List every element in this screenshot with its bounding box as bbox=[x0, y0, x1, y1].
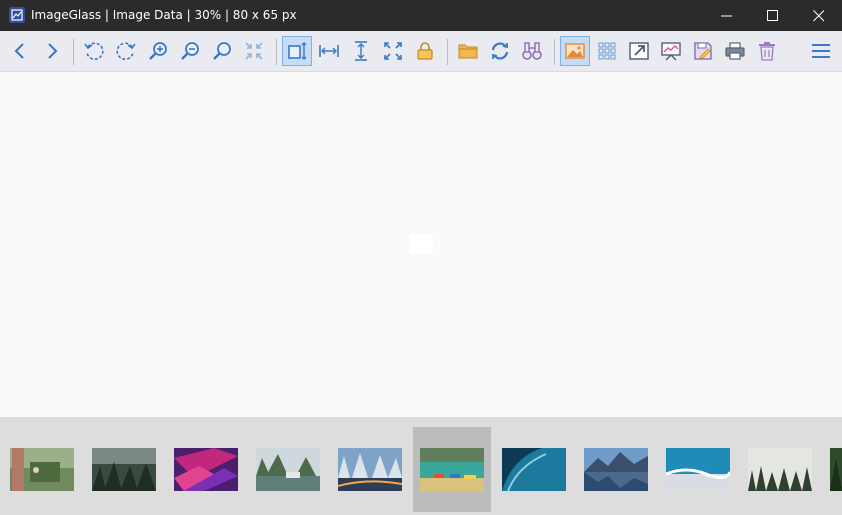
grid-icon bbox=[598, 42, 616, 60]
auto-zoom-button[interactable] bbox=[282, 36, 312, 66]
image-viewer[interactable] bbox=[0, 72, 842, 417]
actual-size-button[interactable] bbox=[207, 36, 237, 66]
slideshow-icon bbox=[661, 42, 681, 61]
toolbar-separator bbox=[447, 39, 448, 65]
rotate-left-icon bbox=[84, 42, 104, 60]
thumbnail-item-selected[interactable] bbox=[420, 448, 484, 491]
thumbnail-item[interactable] bbox=[92, 448, 156, 491]
fit-width-icon bbox=[319, 45, 339, 57]
save-icon bbox=[694, 42, 712, 60]
chevron-right-icon bbox=[48, 43, 58, 59]
forward-button[interactable] bbox=[37, 36, 67, 66]
thumbnail-item[interactable] bbox=[10, 448, 74, 491]
back-button[interactable] bbox=[5, 36, 35, 66]
checkerboard-button[interactable] bbox=[592, 36, 622, 66]
rotate-right-button[interactable] bbox=[111, 36, 141, 66]
toolbar-separator bbox=[73, 39, 74, 65]
close-button[interactable] bbox=[796, 0, 842, 31]
thumbnail-item[interactable] bbox=[830, 448, 842, 491]
refresh-button[interactable] bbox=[485, 36, 515, 66]
slideshow-button[interactable] bbox=[656, 36, 686, 66]
open-with-button[interactable] bbox=[624, 36, 654, 66]
thumbnail-bar-button[interactable] bbox=[560, 36, 590, 66]
zoom-out-icon bbox=[181, 42, 199, 60]
thumbnail-item[interactable] bbox=[584, 448, 648, 491]
save-button[interactable] bbox=[688, 36, 718, 66]
expand-arrows-icon bbox=[384, 42, 402, 60]
thumbnail-item[interactable] bbox=[256, 448, 320, 491]
lock-icon bbox=[417, 42, 433, 60]
lock-zoom-button[interactable] bbox=[410, 36, 440, 66]
go-to-image-button[interactable] bbox=[517, 36, 547, 66]
auto-zoom-icon bbox=[288, 42, 307, 60]
refresh-icon bbox=[491, 42, 509, 60]
image-icon bbox=[565, 43, 585, 59]
minimize-button[interactable] bbox=[704, 0, 750, 31]
thumbnail-item[interactable] bbox=[666, 448, 730, 491]
scale-to-height-button[interactable] bbox=[346, 36, 376, 66]
thumbnail-bar bbox=[0, 417, 842, 515]
rotate-right-icon bbox=[116, 42, 136, 60]
fit-height-icon bbox=[355, 41, 367, 61]
thumbnail-item[interactable] bbox=[748, 448, 812, 491]
zoom-to-fit-button[interactable] bbox=[239, 36, 269, 66]
full-screen-button[interactable] bbox=[378, 36, 408, 66]
magnifier-icon bbox=[213, 42, 231, 60]
compress-arrows-icon bbox=[245, 42, 263, 60]
zoom-out-button[interactable] bbox=[175, 36, 205, 66]
open-file-button[interactable] bbox=[453, 36, 483, 66]
thumbnail-item[interactable] bbox=[174, 448, 238, 491]
displayed-image bbox=[409, 234, 433, 254]
close-icon bbox=[813, 10, 825, 22]
minimize-icon bbox=[721, 15, 732, 17]
print-button[interactable] bbox=[720, 36, 750, 66]
maximize-button[interactable] bbox=[750, 0, 796, 31]
menu-button[interactable] bbox=[806, 36, 836, 66]
maximize-icon bbox=[767, 10, 778, 21]
hamburger-menu-icon bbox=[812, 44, 830, 58]
scale-to-width-button[interactable] bbox=[314, 36, 344, 66]
rotate-left-button[interactable] bbox=[79, 36, 109, 66]
chevron-left-icon bbox=[14, 43, 24, 59]
zoom-in-icon bbox=[149, 42, 167, 60]
toolbar-separator bbox=[554, 39, 555, 65]
folder-icon bbox=[458, 44, 478, 59]
printer-icon bbox=[725, 42, 745, 60]
toolbar-separator bbox=[276, 39, 277, 65]
binoculars-icon bbox=[522, 42, 542, 60]
thumbnail-item[interactable] bbox=[338, 448, 402, 491]
delete-button[interactable] bbox=[752, 36, 782, 66]
trash-icon bbox=[759, 42, 775, 61]
window-title: ImageGlass | Image Data | 30% | 80 x 65 … bbox=[31, 8, 297, 22]
thumbnail-item[interactable] bbox=[502, 448, 566, 491]
open-external-icon bbox=[629, 42, 649, 60]
imageglass-logo-icon bbox=[9, 7, 25, 23]
title-bar: ImageGlass | Image Data | 30% | 80 x 65 … bbox=[0, 0, 842, 31]
zoom-in-button[interactable] bbox=[143, 36, 173, 66]
toolbar bbox=[0, 31, 842, 72]
